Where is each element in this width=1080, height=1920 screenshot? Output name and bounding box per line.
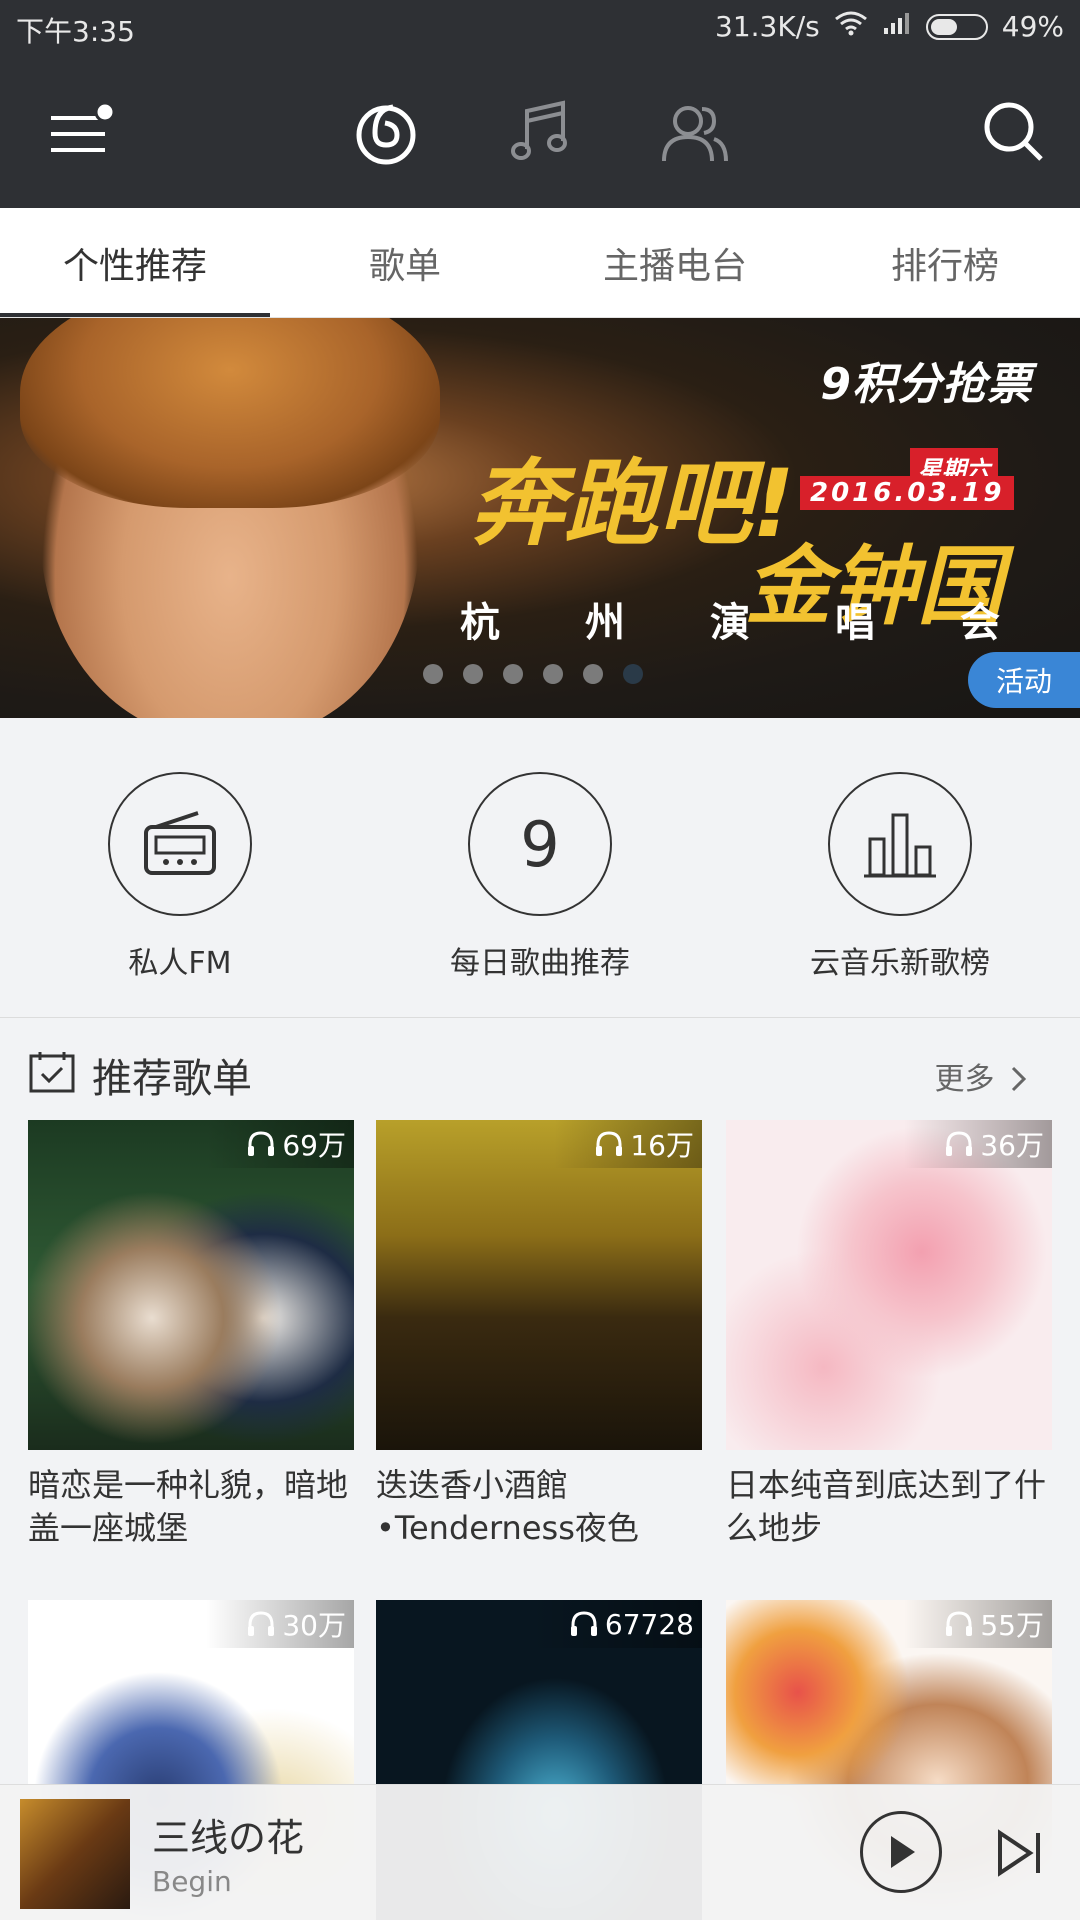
bar-chart-icon xyxy=(828,772,972,916)
private-fm-entry[interactable]: 私人FM xyxy=(30,772,330,982)
tab-radio[interactable]: 主播电台 xyxy=(540,208,810,317)
banner-activity-tag[interactable]: 活动 xyxy=(968,652,1080,708)
recommended-playlists-header: 推荐歌单 更多 xyxy=(0,1040,1080,1104)
play-count-value: 36万 xyxy=(980,1129,1044,1162)
tab-charts[interactable]: 排行榜 xyxy=(810,208,1080,317)
play-count: 67728 xyxy=(528,1600,702,1648)
calendar-check-icon xyxy=(28,1050,76,1098)
friends-icon[interactable] xyxy=(656,94,732,170)
banner-subtitle-char: 杭 xyxy=(460,600,500,646)
play-count-value: 16万 xyxy=(630,1129,694,1162)
top-nav xyxy=(0,56,1080,208)
now-playing-title: 三线の花 xyxy=(152,1816,305,1860)
play-count-value: 55万 xyxy=(980,1609,1044,1642)
play-count: 55万 xyxy=(904,1600,1052,1648)
battery-icon xyxy=(925,13,988,40)
playlist-title: 暗恋是一种礼貌，暗地盖一座城堡 xyxy=(28,1466,349,1547)
status-bar: 下午3:35 31.3K/s 49% xyxy=(0,0,1080,56)
now-playing-artist: Begin xyxy=(152,1865,232,1898)
more-label: 更多 xyxy=(934,1062,995,1097)
battery-percent: 49% xyxy=(1001,10,1064,43)
banner-dot[interactable] xyxy=(503,664,523,684)
headphones-icon xyxy=(570,1611,597,1636)
status-time: 下午3:35 xyxy=(16,15,135,48)
playlist-card[interactable]: 36万 日本纯音到底达到了什么地步 xyxy=(726,1120,1052,1550)
playlist-card[interactable]: 69万 暗恋是一种礼貌，暗地盖一座城堡 xyxy=(28,1120,354,1550)
play-count: 36万 xyxy=(904,1120,1052,1168)
playlist-cover: 36万 xyxy=(726,1120,1052,1450)
netease-music-icon[interactable] xyxy=(348,94,424,170)
banner-dot-active[interactable] xyxy=(623,664,643,684)
tab-playlists[interactable]: 歌单 xyxy=(270,208,540,317)
playlist-cover: 16万 xyxy=(376,1120,702,1450)
quick-entries: 私人FM 9 每日歌曲推荐 云音乐新歌榜 xyxy=(0,718,1080,1018)
daily-recommend-label: 每日歌曲推荐 xyxy=(450,946,630,981)
banner-dot[interactable] xyxy=(543,664,563,684)
play-count: 16万 xyxy=(554,1120,702,1168)
banner-dot[interactable] xyxy=(423,664,443,684)
playlist-cover: 69万 xyxy=(28,1120,354,1450)
new-songs-chart-label: 云音乐新歌榜 xyxy=(810,946,990,981)
daily-recommend-entry[interactable]: 9 每日歌曲推荐 xyxy=(390,772,690,982)
play-count-value: 30万 xyxy=(282,1609,346,1642)
play-count: 69万 xyxy=(206,1120,354,1168)
daily-number: 9 xyxy=(520,807,560,881)
play-icon xyxy=(891,1836,915,1868)
banner-subtitle: 杭 州 演 唱 会 xyxy=(460,590,1000,648)
search-icon[interactable] xyxy=(976,94,1052,170)
play-button[interactable] xyxy=(860,1811,942,1893)
now-playing-cover[interactable] xyxy=(20,1799,130,1909)
more-link[interactable]: 更多 xyxy=(934,1054,1028,1098)
playlist-title: 日本纯音到底达到了什么地步 xyxy=(726,1466,1047,1547)
headphones-icon xyxy=(946,1131,973,1156)
banner-subtitle-char: 演 xyxy=(710,600,750,646)
status-indicators: 31.3K/s 49% xyxy=(715,10,1064,43)
banner-pagination xyxy=(423,664,643,684)
headphones-icon xyxy=(946,1611,973,1636)
headphones-icon xyxy=(248,1131,275,1156)
calendar-day-icon: 9 xyxy=(468,772,612,916)
play-count: 30万 xyxy=(206,1600,354,1648)
play-count-value: 69万 xyxy=(282,1129,346,1162)
banner-dot[interactable] xyxy=(583,664,603,684)
promo-banner[interactable]: 9积分抢票 奔跑吧! 星期六 2016.03.19 金钟国 杭 州 演 唱 会 xyxy=(0,318,1080,718)
radio-icon xyxy=(108,772,252,916)
network-speed: 31.3K/s xyxy=(715,10,820,43)
banner-subtitle-char: 会 xyxy=(960,600,1000,646)
menu-icon[interactable] xyxy=(40,94,116,170)
banner-subtitle-char: 州 xyxy=(585,600,625,646)
banner-date: 2016.03.19 xyxy=(800,476,1015,510)
headphones-icon xyxy=(596,1131,623,1156)
banner-badge: 9积分抢票 xyxy=(820,359,1032,410)
chevron-right-icon xyxy=(1011,1066,1027,1092)
banner-subtitle-char: 唱 xyxy=(835,600,875,646)
banner-dot[interactable] xyxy=(463,664,483,684)
playlist-card[interactable]: 16万 迭迭香小酒館•Tenderness夜色 xyxy=(376,1120,702,1550)
signal-icon xyxy=(882,10,912,43)
new-songs-chart-entry[interactable]: 云音乐新歌榜 xyxy=(750,772,1050,982)
playlist-title: 迭迭香小酒館•Tenderness夜色 xyxy=(376,1466,639,1547)
play-count-value: 67728 xyxy=(604,1607,694,1641)
section-title: 推荐歌单 xyxy=(92,1056,252,1102)
private-fm-label: 私人FM xyxy=(128,946,232,981)
category-tabs: 个性推荐 歌单 主播电台 排行榜 xyxy=(0,208,1080,318)
wifi-icon xyxy=(834,10,868,43)
music-note-icon[interactable] xyxy=(502,94,578,170)
next-track-button[interactable] xyxy=(992,1825,1048,1881)
mini-player[interactable]: 三线の花 Begin xyxy=(0,1784,1080,1920)
tab-personal-recommend[interactable]: 个性推荐 xyxy=(0,208,270,317)
headphones-icon xyxy=(248,1611,275,1636)
next-icon xyxy=(998,1829,1040,1877)
banner-portrait-hair xyxy=(20,318,440,508)
